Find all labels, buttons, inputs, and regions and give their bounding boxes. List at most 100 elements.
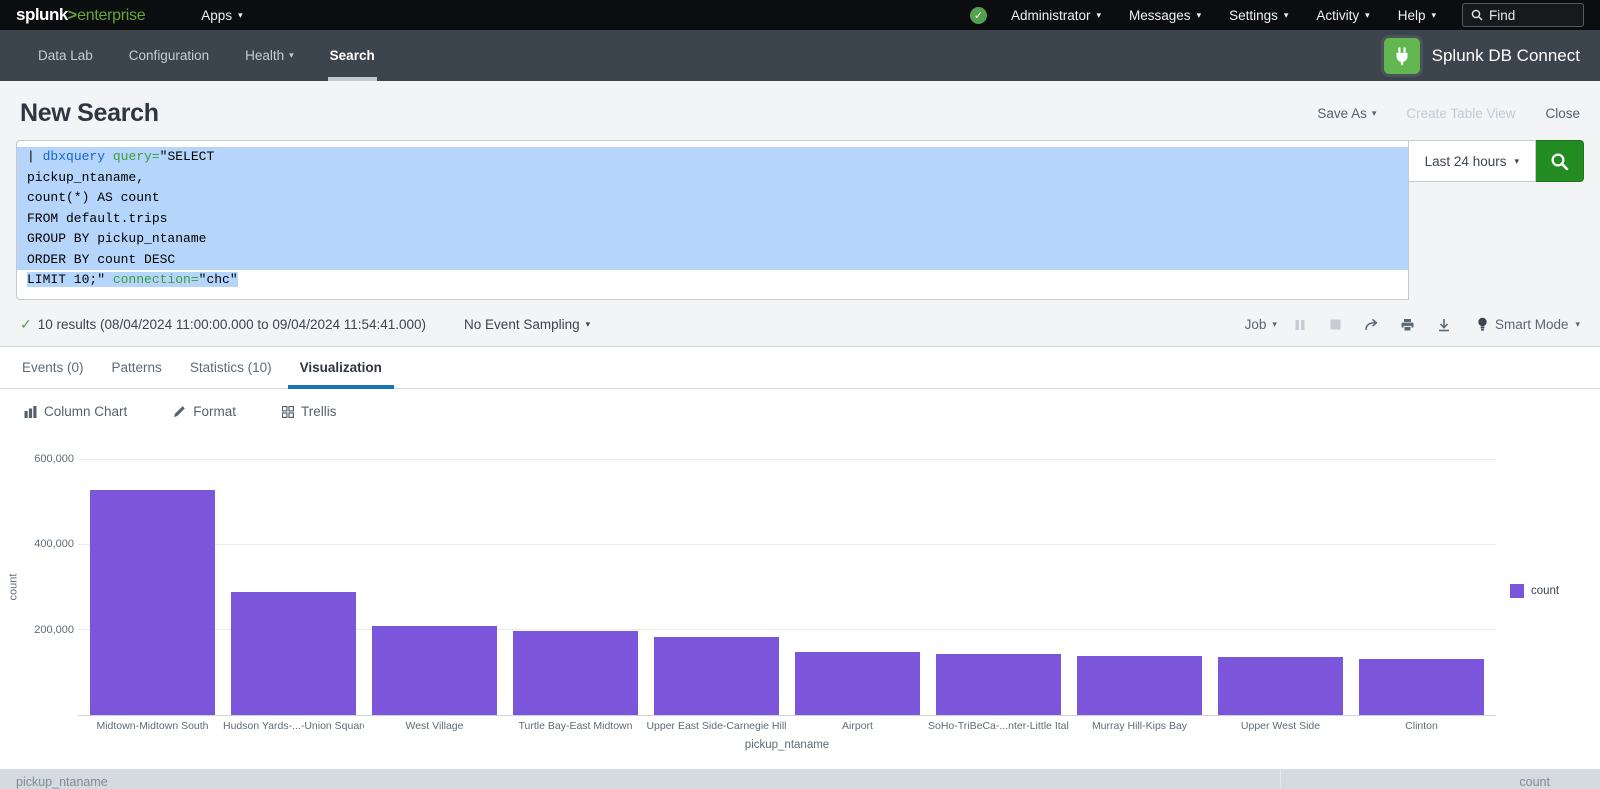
create-table-view-button: Create Table View [1406,106,1515,121]
x-axis-label: Airport [787,720,928,732]
chart-type-picker[interactable]: Column Chart [24,404,127,419]
chevron-down-icon: ▾ [1097,10,1102,21]
x-axis-label: Upper West Side [1210,720,1351,732]
success-check-icon: ✓ [20,316,32,333]
chevron-down-icon: ▾ [238,10,243,21]
nav-item-search[interactable]: Search [312,30,393,81]
logo-gt: > [68,7,77,25]
chart-bar[interactable] [795,652,919,715]
plot-area [78,459,1496,716]
x-axis-title: pickup_ntaname [78,739,1496,751]
apps-menu[interactable]: Apps▾ [187,0,256,30]
pencil-icon [173,405,186,418]
administrator-menu[interactable]: Administrator▾ [997,0,1115,30]
x-axis-label: Upper East Side-Carnegie Hill [646,720,787,732]
format-label: Format [193,404,236,419]
event-sampling-menu[interactable]: No Event Sampling▾ [464,317,590,332]
chart-bar[interactable] [90,490,214,714]
smart-mode-label: Smart Mode [1495,317,1569,332]
chart-bar[interactable] [654,637,778,715]
nav-item-data-lab[interactable]: Data Lab [20,30,111,81]
title-row: New Search Save As▾ Create Table View Cl… [0,81,1600,140]
help-label: Help [1398,8,1426,23]
stop-icon[interactable] [1323,314,1349,336]
settings-label: Settings [1229,8,1278,23]
job-status-row: ✓ 10 results (08/04/2024 11:00:00.000 to… [0,304,1600,346]
trellis-button[interactable]: Trellis [282,404,337,419]
table-header-pickup-ntaname[interactable]: pickup_ntaname [0,769,1280,789]
table-header-count[interactable]: count [1280,769,1600,789]
bar-slot [1351,459,1492,715]
close-button[interactable]: Close [1545,106,1580,121]
bar-slot [928,459,1069,715]
app-title: Splunk DB Connect [1432,46,1580,66]
chart-bar[interactable] [231,592,355,715]
tab-patterns[interactable]: Patterns [98,360,176,388]
chart-wrap: count 600,000 400,000 200,000 count [0,449,1600,716]
health-status-icon[interactable]: ✓ [970,7,987,24]
chevron-down-icon: ▾ [1197,10,1202,21]
query-line: FROM default.trips [17,209,1408,230]
job-controls: Job ▾ Smart Mode▾ [1245,314,1580,336]
create-table-view-label: Create Table View [1406,106,1515,121]
settings-menu[interactable]: Settings ▾ [1215,0,1302,30]
nav-item-configuration[interactable]: Configuration [111,30,227,81]
share-icon[interactable] [1359,314,1385,336]
chevron-down-icon: ▾ [1284,10,1289,21]
x-axis-label: Midtown-Midtown South [82,720,223,732]
x-axis-label: Murray Hill-Kips Bay [1069,720,1210,732]
chart-legend[interactable]: count [1496,584,1600,598]
x-axis-label: West Village [364,720,505,732]
find-search-input[interactable]: Find [1462,3,1584,27]
chart-bar[interactable] [372,626,496,715]
job-menu[interactable]: Job ▾ [1245,317,1277,332]
bar-slot [82,459,223,715]
y-axis-labels: 600,000 400,000 200,000 [26,459,78,716]
statistics-table-header: pickup_ntaname count [0,769,1600,789]
query-line: ORDER BY count DESC [17,250,1408,271]
results-summary: 10 results (08/04/2024 11:00:00.000 to 0… [38,317,426,332]
tab-visualization[interactable]: Visualization [286,360,396,388]
chart-bar[interactable] [513,631,637,715]
tab-events[interactable]: Events (0) [8,360,98,388]
search-mode-menu[interactable]: Smart Mode▾ [1477,317,1580,332]
activity-menu[interactable]: Activity▾ [1302,0,1383,30]
results-tabs: Events (0) Patterns Statistics (10) Visu… [0,347,1600,389]
pause-icon[interactable] [1287,314,1313,336]
chart-bar[interactable] [936,654,1060,715]
chart-bar[interactable] [1218,657,1342,714]
run-search-button[interactable] [1536,140,1584,182]
db-connect-plug-icon [1384,38,1420,74]
legend-swatch [1510,584,1524,598]
chevron-down-icon: ▾ [1272,319,1277,330]
nav-item-health[interactable]: Health▾ [227,30,312,81]
bar-slot [1069,459,1210,715]
messages-label: Messages [1129,8,1191,23]
format-button[interactable]: Format [173,404,236,419]
search-query-input[interactable]: | dbxquery query="SELECT pickup_ntaname,… [16,140,1409,300]
save-as-button[interactable]: Save As ▾ [1317,106,1376,121]
print-icon[interactable] [1395,314,1421,336]
close-label: Close [1545,106,1580,121]
chart-type-label: Column Chart [44,404,127,419]
messages-menu[interactable]: Messages ▾ [1115,0,1215,30]
tab-statistics[interactable]: Statistics (10) [176,360,286,388]
chevron-down-icon: ▾ [586,319,591,330]
trellis-label: Trellis [301,404,337,419]
job-label: Job [1245,317,1267,332]
chart-bar[interactable] [1359,659,1483,714]
bars-container [78,459,1496,715]
chevron-down-icon: ▾ [1365,10,1370,21]
x-axis-label: Clinton [1351,720,1492,732]
chevron-down-icon: ▾ [1372,108,1377,119]
bar-slot [646,459,787,715]
nav-label: Data Lab [38,48,93,63]
export-download-icon[interactable] [1431,314,1457,336]
help-menu[interactable]: Help▾ [1384,0,1450,30]
splunk-logo[interactable]: splunk>enterprise [16,5,145,25]
query-line: LIMIT 10;" connection="chc" [17,270,1408,291]
visualization-toolbar: Column Chart Format Trellis [0,389,1600,435]
save-as-label: Save As [1317,106,1367,121]
time-range-picker[interactable]: Last 24 hours▾ [1409,140,1536,182]
chart-bar[interactable] [1077,656,1201,714]
